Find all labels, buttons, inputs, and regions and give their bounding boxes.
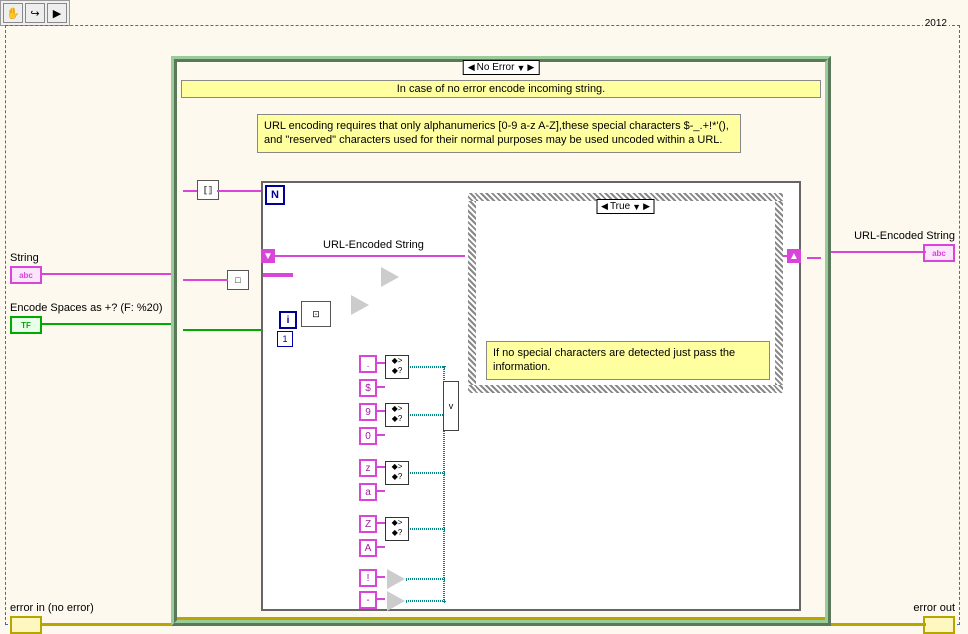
- char-const-a[interactable]: a: [359, 483, 377, 501]
- wire: [831, 251, 926, 253]
- inner-case-structure[interactable]: ◀ True ▼ ▶ If no special characters are …: [468, 193, 783, 393]
- in-range-node[interactable]: ◆>◆?: [385, 403, 409, 427]
- case-prev-icon[interactable]: ◀: [468, 62, 475, 73]
- wire: [831, 623, 926, 626]
- wire: [217, 190, 267, 192]
- string-subset-node[interactable]: ⊡: [301, 301, 331, 327]
- encode-spaces-label: Encode Spaces as +? (F: %20): [10, 302, 163, 314]
- concat-node[interactable]: [381, 267, 399, 287]
- case-prev-icon[interactable]: ◀: [601, 201, 608, 212]
- case-selector[interactable]: ◀ No Error ▼ ▶: [463, 60, 540, 75]
- compare-node[interactable]: [351, 295, 369, 315]
- wire: [406, 600, 445, 602]
- in-range-node[interactable]: ◆>◆?: [385, 517, 409, 541]
- inner-case-comment: If no special characters are detected ju…: [486, 341, 770, 380]
- error-in-label: error in (no error): [10, 602, 94, 614]
- equal-node[interactable]: [387, 591, 405, 611]
- wire: [807, 257, 821, 259]
- in-range-node[interactable]: ◆>◆?: [385, 461, 409, 485]
- wire: [263, 273, 293, 277]
- char-const-z[interactable]: z: [359, 459, 377, 477]
- vi-frame: 2012 String abc Encode Spaces as +? (F: …: [5, 25, 960, 625]
- char-const-dash[interactable]: -: [359, 591, 377, 609]
- wire: [406, 578, 445, 580]
- url-encoding-info: URL encoding requires that only alphanum…: [257, 114, 741, 153]
- wire: [408, 472, 445, 474]
- const-1[interactable]: 1: [277, 331, 293, 347]
- wire: [40, 323, 171, 325]
- error-in-terminal[interactable]: [10, 616, 42, 634]
- wire: [40, 273, 171, 275]
- inner-case-body: ◀ True ▼ ▶ If no special characters are …: [476, 201, 775, 385]
- case-next-icon[interactable]: ▶: [527, 62, 534, 73]
- url-encoded-output-terminal[interactable]: abc: [923, 244, 955, 262]
- string-length-node[interactable]: ⟦⟧: [197, 180, 219, 200]
- case-subtitle: In case of no error encode incoming stri…: [181, 80, 821, 98]
- case-selector-label: No Error: [477, 62, 515, 73]
- char-const-dollar[interactable]: $: [359, 379, 377, 397]
- toolbar: ✋ ↪ ▶: [0, 0, 70, 26]
- char-const-dot[interactable]: .: [359, 355, 377, 373]
- string-input-label: String: [10, 252, 39, 264]
- encode-spaces-terminal[interactable]: TF: [10, 316, 42, 334]
- n-terminal: N: [265, 185, 285, 205]
- wire: [183, 190, 197, 192]
- char-const-a-upper[interactable]: A: [359, 539, 377, 557]
- url-encoded-output-label: URL-Encoded String: [854, 230, 955, 242]
- compound-or-node[interactable]: v: [443, 381, 459, 431]
- error-out-terminal[interactable]: [923, 616, 955, 634]
- wire: [177, 617, 825, 620]
- empty-string-const[interactable]: □: [227, 270, 249, 290]
- wire: [408, 414, 445, 416]
- shift-register-left[interactable]: ▼: [261, 249, 275, 263]
- wire-label: URL-Encoded String: [323, 239, 424, 251]
- wire: [40, 623, 171, 626]
- arrow-tool-icon[interactable]: ↪: [25, 3, 45, 23]
- wire: [275, 255, 465, 257]
- pan-tool-icon[interactable]: ✋: [3, 3, 23, 23]
- case-dropdown-icon[interactable]: ▼: [632, 202, 641, 212]
- version-label: 2012: [923, 18, 949, 29]
- char-const-z-upper[interactable]: Z: [359, 515, 377, 533]
- wire: [408, 366, 445, 368]
- wire: [183, 329, 268, 331]
- for-loop[interactable]: N i ▼ ▲ URL-Encoded String ⊡ 1: [261, 181, 801, 611]
- i-terminal: i: [279, 311, 297, 329]
- char-const-bang[interactable]: !: [359, 569, 377, 587]
- run-tool-icon[interactable]: ▶: [47, 3, 67, 23]
- string-input-terminal[interactable]: abc: [10, 266, 42, 284]
- wire: [408, 528, 445, 530]
- case-next-icon[interactable]: ▶: [643, 201, 650, 212]
- char-const-9[interactable]: 9: [359, 403, 377, 421]
- inner-case-selector[interactable]: ◀ True ▼ ▶: [596, 199, 655, 214]
- error-out-label: error out: [913, 602, 955, 614]
- shift-register-right[interactable]: ▲: [787, 249, 801, 263]
- inner-case-selector-label: True: [610, 201, 630, 212]
- in-range-node[interactable]: ◆>◆?: [385, 355, 409, 379]
- case-dropdown-icon[interactable]: ▼: [516, 63, 525, 73]
- wire: [183, 279, 228, 281]
- equal-node[interactable]: [387, 569, 405, 589]
- char-const-0[interactable]: 0: [359, 427, 377, 445]
